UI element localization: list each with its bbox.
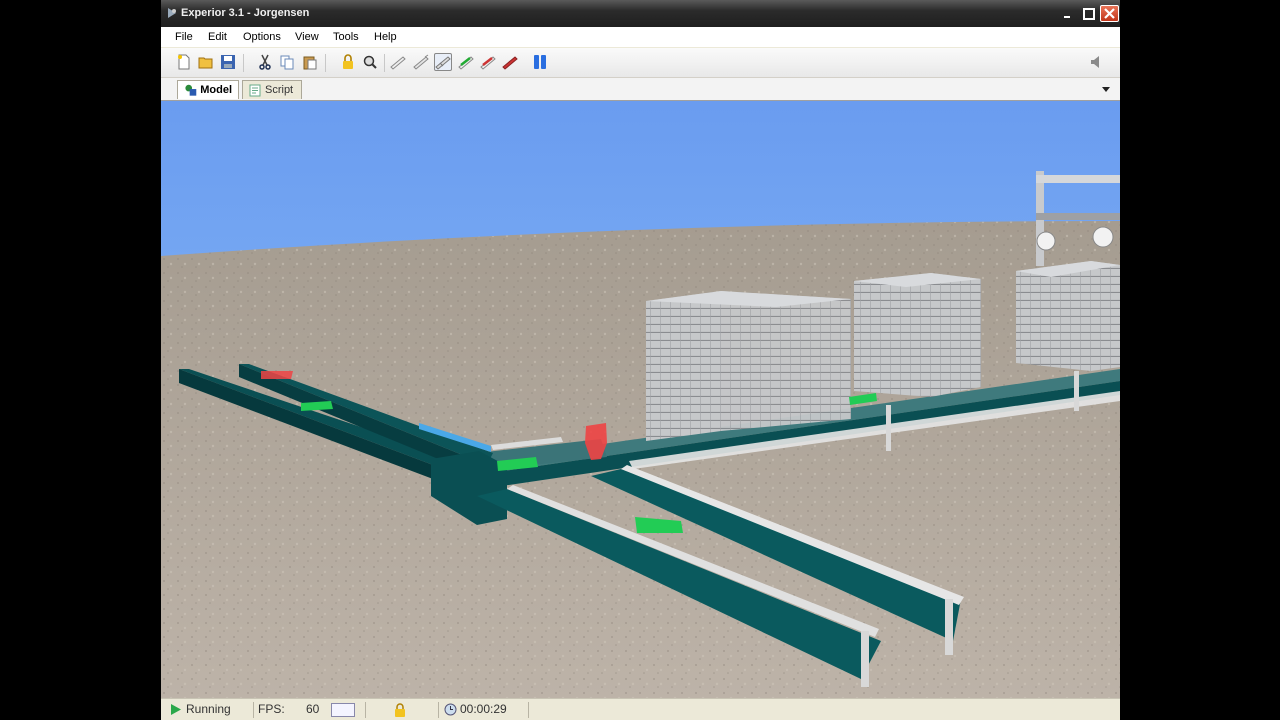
menu-file[interactable]: File (175, 31, 193, 43)
tab-script-label: Script (265, 84, 294, 96)
title-bar: Experior 3.1 - Jorgensen (161, 0, 1120, 27)
tab-script[interactable]: Script (242, 80, 302, 99)
save-button[interactable] (219, 53, 237, 71)
conveyor-tool-button-1[interactable] (389, 53, 407, 71)
tab-model-label: Model (200, 84, 232, 96)
conveyor-tool-icon (413, 54, 429, 70)
chevron-down-icon[interactable] (1101, 84, 1111, 94)
toolbar-separator (325, 54, 326, 72)
simulation-clock: 00:00:29 (460, 702, 507, 716)
paste-button[interactable] (301, 53, 319, 71)
maximize-button[interactable] (1079, 5, 1098, 22)
conveyor-end-post (861, 631, 869, 687)
menu-tools[interactable]: Tools (333, 31, 359, 43)
tab-model[interactable]: Model (177, 80, 239, 99)
cut-icon (259, 54, 271, 70)
red-conveyor-button-1[interactable] (479, 53, 497, 71)
open-button[interactable] (197, 53, 215, 71)
clock-icon (444, 703, 457, 716)
cut-button[interactable] (256, 53, 274, 71)
find-button[interactable] (361, 53, 379, 71)
menu-edit[interactable]: Edit (208, 31, 227, 43)
conveyor-end-post (945, 599, 953, 655)
script-icon (249, 84, 261, 96)
fps-label: FPS: (258, 702, 285, 716)
app-icon (168, 8, 176, 18)
lock-icon (343, 54, 353, 69)
model-icon (185, 84, 197, 96)
status-separator (438, 702, 439, 718)
window-title: Experior 3.1 - Jorgensen (181, 7, 310, 19)
toolbar-separator (384, 54, 385, 72)
conveyor-tool-icon (390, 56, 406, 70)
menu-bar: File Edit Options View Tools Help (161, 27, 1120, 47)
lock-button[interactable] (339, 53, 357, 71)
status-separator (528, 702, 529, 718)
save-icon (221, 55, 235, 69)
green-conveyor-icon (458, 56, 474, 70)
pause-button[interactable] (531, 53, 549, 71)
copy-icon (280, 55, 294, 70)
minimize-button[interactable] (1057, 5, 1076, 22)
conveyor-tool-button-2[interactable] (412, 53, 430, 71)
red-conveyor-button-2[interactable] (501, 53, 519, 71)
paste-icon (303, 56, 317, 70)
green-conveyor-button[interactable] (457, 53, 475, 71)
running-play-icon (171, 704, 181, 715)
document-tab-bar: Model Script (161, 78, 1120, 101)
application-window: Experior 3.1 - Jorgensen File Edit Optio… (161, 0, 1120, 720)
new-icon (178, 54, 190, 70)
status-separator (365, 702, 366, 718)
close-button[interactable] (1100, 5, 1119, 22)
minimize-icon (1063, 15, 1070, 18)
status-separator (253, 702, 254, 718)
conveyor-tool-icon (435, 56, 451, 70)
fps-value: 60 (306, 702, 320, 716)
close-icon (1104, 8, 1115, 19)
toolbar (161, 48, 1120, 78)
toolbar-separator (243, 54, 244, 72)
support-post (886, 405, 891, 451)
crate-stack-1 (646, 291, 851, 441)
crate-stack-2 (854, 273, 981, 397)
pause-icon (534, 55, 546, 69)
copy-button[interactable] (278, 53, 296, 71)
open-folder-icon (198, 57, 213, 69)
menu-help[interactable]: Help (374, 31, 397, 43)
maximize-icon (1082, 7, 1095, 20)
fps-meter (331, 703, 355, 717)
status-state: Running (186, 702, 231, 716)
menu-view[interactable]: View (295, 31, 319, 43)
menu-options[interactable]: Options (243, 31, 281, 43)
crate-stack-3 (1016, 261, 1120, 371)
conveyor-tool-button-3[interactable] (434, 53, 452, 71)
speaker-icon (1091, 56, 1099, 68)
new-button[interactable] (175, 53, 193, 71)
simulation-viewport[interactable] (161, 101, 1120, 698)
lock-icon[interactable] (394, 703, 406, 717)
red-conveyor-icon (480, 56, 496, 70)
load-red (261, 371, 293, 379)
find-icon (363, 55, 377, 69)
support-post (1074, 371, 1079, 411)
sound-button[interactable] (1087, 53, 1105, 71)
status-bar: Running FPS: 60 00:00:29 (161, 698, 1120, 720)
red-conveyor-icon (502, 56, 518, 70)
